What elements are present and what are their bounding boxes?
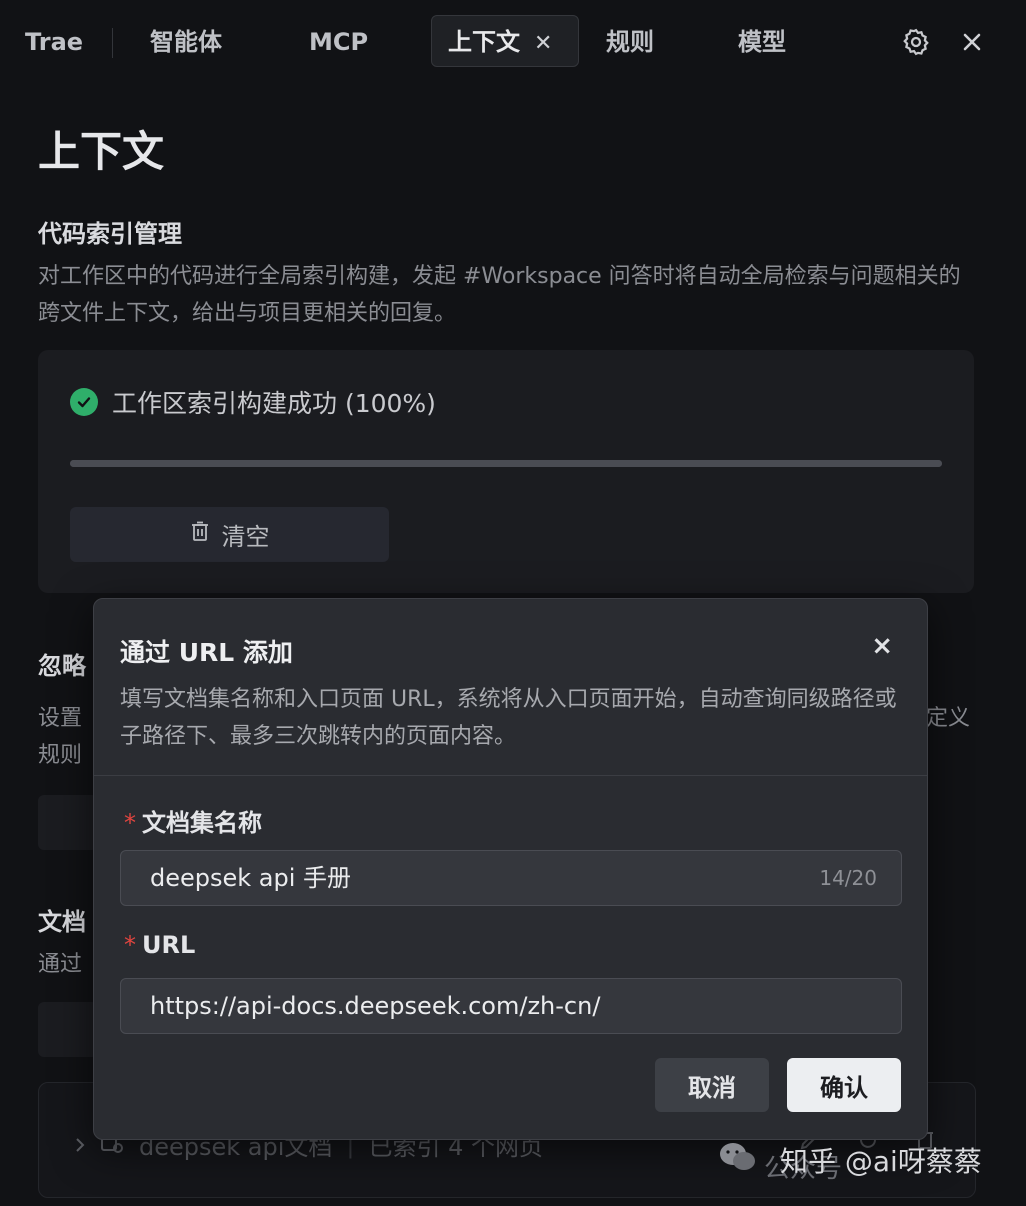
url-input[interactable]: https://api-docs.deepseek.com/zh-cn/	[120, 978, 902, 1034]
page-title: 上下文	[38, 127, 165, 176]
tab-rules[interactable]: 规则	[606, 22, 654, 62]
url-value: https://api-docs.deepseek.com/zh-cn/	[150, 992, 601, 1020]
required-mark: *	[124, 931, 136, 959]
doc-set-name-value: deepsek api 手册	[150, 864, 352, 892]
doc-set-name-label-text: 文档集名称	[142, 809, 262, 837]
ignore-section-desc-line2: 规则	[38, 743, 83, 768]
tab-divider	[112, 28, 113, 58]
tab-agents[interactable]: 智能体	[150, 22, 222, 62]
index-status: 工作区索引构建成功 (100%)	[70, 384, 436, 420]
top-tab-bar: Trae 智能体 MCP 上下文 ✕ 规则 模型	[0, 0, 1026, 86]
url-label: * URL	[124, 931, 195, 959]
cancel-button[interactable]: 取消	[655, 1058, 769, 1112]
dialog-divider	[94, 775, 927, 776]
index-section-title: 代码索引管理	[38, 220, 182, 248]
trash-icon	[190, 521, 210, 549]
docs-section-desc: 通过	[38, 952, 83, 977]
check-circle-icon	[70, 388, 98, 416]
dialog-title: 通过 URL 添加	[120, 638, 293, 667]
clear-index-label: 清空	[221, 523, 270, 551]
docs-add-button[interactable]	[38, 1002, 98, 1057]
tab-trae[interactable]: Trae	[25, 22, 83, 62]
index-section-desc: 对工作区中的代码进行全局索引构建，发起 #Workspace 问答时将自动全局检…	[38, 264, 961, 326]
url-label-text: URL	[142, 931, 196, 959]
watermark: 公众号 知乎 @ai呀蔡蔡	[718, 1140, 982, 1184]
char-counter: 14/20	[819, 866, 877, 890]
chevron-right-icon	[75, 1131, 85, 1159]
tab-context-label: 上下文	[448, 28, 520, 56]
ignore-section-desc-end: 定义	[926, 706, 971, 731]
tab-mcp[interactable]: MCP	[309, 22, 368, 62]
add-url-dialog: 通过 URL 添加 × 填写文档集名称和入口页面 URL，系统将从入口页面开始，…	[93, 598, 928, 1140]
dialog-close-icon[interactable]: ×	[871, 631, 893, 661]
ignore-action-button[interactable]	[38, 795, 98, 850]
confirm-button[interactable]: 确认	[787, 1058, 901, 1112]
ignore-section-title: 忽略	[38, 652, 86, 680]
tab-models[interactable]: 模型	[738, 22, 786, 62]
required-mark: *	[124, 809, 136, 837]
close-icon[interactable]	[955, 24, 989, 60]
index-progress-fill	[70, 460, 942, 467]
doc-set-name-input[interactable]: deepsek api 手册 14/20	[120, 850, 902, 906]
doc-set-name-label: * 文档集名称	[124, 803, 262, 838]
clear-index-button[interactable]: 清空	[70, 507, 389, 562]
index-status-text: 工作区索引构建成功 (100%)	[112, 389, 436, 418]
index-progress-bar	[70, 460, 942, 467]
ignore-section-desc-start: 设置	[38, 706, 83, 731]
tab-close-icon[interactable]: ✕	[534, 31, 552, 56]
watermark-text: 知乎 @ai呀蔡蔡	[780, 1145, 982, 1178]
dialog-description: 填写文档集名称和入口页面 URL，系统将从入口页面开始，自动查询同级路径或子路径…	[120, 687, 897, 749]
docs-section-title: 文档	[38, 908, 86, 936]
tab-context[interactable]: 上下文 ✕	[431, 15, 579, 67]
gear-icon[interactable]	[899, 24, 933, 60]
wechat-icon	[718, 1141, 758, 1180]
index-status-card: 工作区索引构建成功 (100%) 清空	[38, 350, 974, 593]
